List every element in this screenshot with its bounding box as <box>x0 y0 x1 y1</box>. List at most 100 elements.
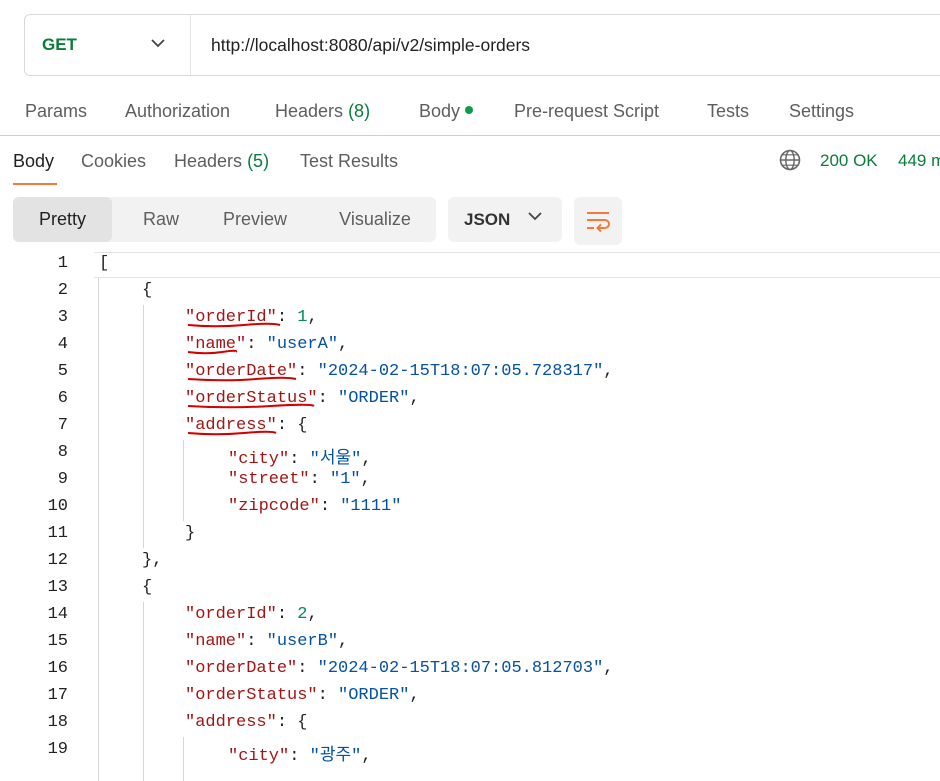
code-line: 12}, <box>0 548 940 575</box>
method-label: GET <box>42 35 77 54</box>
line-number: 18 <box>47 713 68 732</box>
line-number: 19 <box>47 740 68 759</box>
annotation-underline <box>187 376 297 382</box>
code-line: 10 "zipcode": "1111" <box>0 494 940 521</box>
code-line: 13 { <box>0 575 940 602</box>
chevron-down-icon <box>528 212 542 221</box>
globe-icon[interactable] <box>778 148 802 172</box>
line-number: 1 <box>57 254 68 273</box>
code-line: 14 "orderId": 2, <box>0 602 940 629</box>
code-text: "zipcode": "1111" <box>228 497 402 516</box>
code-line: 2{ <box>0 278 940 305</box>
tab-params[interactable]: Params <box>25 101 87 122</box>
annotation-underline <box>187 430 277 436</box>
line-number: 12 <box>47 551 68 570</box>
code-text: "street": "1", <box>228 470 371 489</box>
tab-params-label: Params <box>25 101 88 121</box>
tab-headers-label: Headers <box>275 101 344 121</box>
code-line: 17 "orderStatus": "ORDER", <box>0 683 940 710</box>
tab-tests-label: Tests <box>707 101 750 121</box>
response-headers-count: (5) <box>247 151 270 171</box>
line-number: 14 <box>47 605 68 624</box>
tab-pre-request-script[interactable]: Pre-request Script <box>514 101 659 122</box>
tab-tests[interactable]: Tests <box>707 101 749 122</box>
response-body-editor[interactable]: 1[2{3 "orderId": 1, 4 "name": "userA", 5 "ord… <box>0 251 940 781</box>
body-indicator-dot <box>465 106 474 114</box>
code-text: "orderId": 2, <box>185 605 318 624</box>
code-line: 15 "name": "userB", <box>0 629 940 656</box>
response-tab-test-results[interactable]: Test Results <box>300 151 398 172</box>
line-number: 4 <box>57 335 68 354</box>
line-number: 17 <box>47 686 68 705</box>
code-line: 11} <box>0 521 940 548</box>
code-line: 8 "city": "서울", <box>0 440 940 469</box>
view-pretty-button[interactable]: Pretty <box>13 197 112 242</box>
line-number: 5 <box>57 362 68 381</box>
tab-authorization-label: Authorization <box>125 101 231 121</box>
response-tabs: Body Cookies Headers (5) Test Results 20… <box>0 137 940 187</box>
annotation-underline <box>187 403 315 409</box>
line-number: 7 <box>57 416 68 435</box>
tab-settings[interactable]: Settings <box>789 101 854 122</box>
response-tab-headers[interactable]: Headers (5) <box>174 151 269 172</box>
line-number: 8 <box>57 443 68 462</box>
tab-pre-request-label: Pre-request Script <box>514 101 660 121</box>
view-preview-button[interactable]: Preview <box>206 197 304 242</box>
code-text: "orderDate": "2024-02-15T18:07:05.812703… <box>185 659 614 678</box>
annotation-underline <box>187 349 238 355</box>
code-line: 7 "address": { <box>0 413 940 440</box>
line-number: 11 <box>47 524 68 543</box>
method-select[interactable]: GET <box>25 15 191 75</box>
annotation-underline <box>187 322 281 328</box>
code-text: "city": "서울", <box>228 450 372 469</box>
tab-settings-label: Settings <box>789 101 855 121</box>
tab-headers[interactable]: Headers (8) <box>275 101 370 122</box>
code-line: 18 "address": { <box>0 710 940 737</box>
code-text: "city": "광주", <box>228 747 372 766</box>
line-number: 2 <box>57 281 68 300</box>
code-text: } <box>185 524 196 543</box>
chevron-down-icon <box>151 39 165 48</box>
headers-count: (8) <box>348 101 371 121</box>
view-raw-button[interactable]: Raw <box>119 197 203 242</box>
code-text: }, <box>142 551 163 570</box>
response-tab-cookies[interactable]: Cookies <box>81 151 146 172</box>
code-text: { <box>142 578 153 597</box>
url-bar: GET http://localhost:8080/api/v2/simple-… <box>24 14 940 76</box>
request-tabs: Params Authorization Headers (8) Body Pr… <box>0 84 940 136</box>
code-line: 16 "orderDate": "2024-02-15T18:07:05.8127… <box>0 656 940 683</box>
code-line: 6 "orderStatus": "ORDER", <box>0 386 940 413</box>
tab-authorization[interactable]: Authorization <box>125 101 230 122</box>
wrap-lines-icon <box>587 212 610 233</box>
line-number: 16 <box>47 659 68 678</box>
view-mode-group: Pretty Raw Preview Visualize <box>13 197 436 242</box>
code-line: 19 "city": "광주", <box>0 737 940 766</box>
line-number: 15 <box>47 632 68 651</box>
format-select[interactable]: JSON <box>448 197 562 242</box>
line-number: 10 <box>47 497 68 516</box>
view-visualize-button[interactable]: Visualize <box>325 197 425 242</box>
code-text: "orderStatus": "ORDER", <box>185 686 420 705</box>
code-text: { <box>142 281 153 300</box>
tab-body-label: Body <box>419 101 461 121</box>
url-input[interactable]: http://localhost:8080/api/v2/simple-orde… <box>191 35 530 56</box>
code-text: "name": "userB", <box>185 632 349 651</box>
response-time: 449 ms <box>898 151 940 170</box>
code-text: [ <box>99 254 110 273</box>
response-tab-body[interactable]: Body <box>13 151 54 172</box>
line-number: 6 <box>57 389 68 408</box>
format-label: JSON <box>464 210 511 229</box>
code-line: 5 "orderDate": "2024-02-15T18:07:05.72831… <box>0 359 940 386</box>
active-tab-underline <box>13 183 57 185</box>
wrap-lines-button[interactable] <box>574 197 622 245</box>
line-number: 3 <box>57 308 68 327</box>
code-line: 9 "street": "1", <box>0 467 940 494</box>
tab-body[interactable]: Body <box>419 101 474 122</box>
code-line: 3 "orderId": 1, <box>0 305 940 332</box>
line-number: 9 <box>57 470 68 489</box>
code-line: 4 "name": "userA", <box>0 332 940 359</box>
response-headers-label: Headers <box>174 151 243 171</box>
status-code: 200 OK <box>820 151 878 170</box>
code-line: 1[ <box>0 251 940 278</box>
code-text: "address": { <box>185 713 308 732</box>
